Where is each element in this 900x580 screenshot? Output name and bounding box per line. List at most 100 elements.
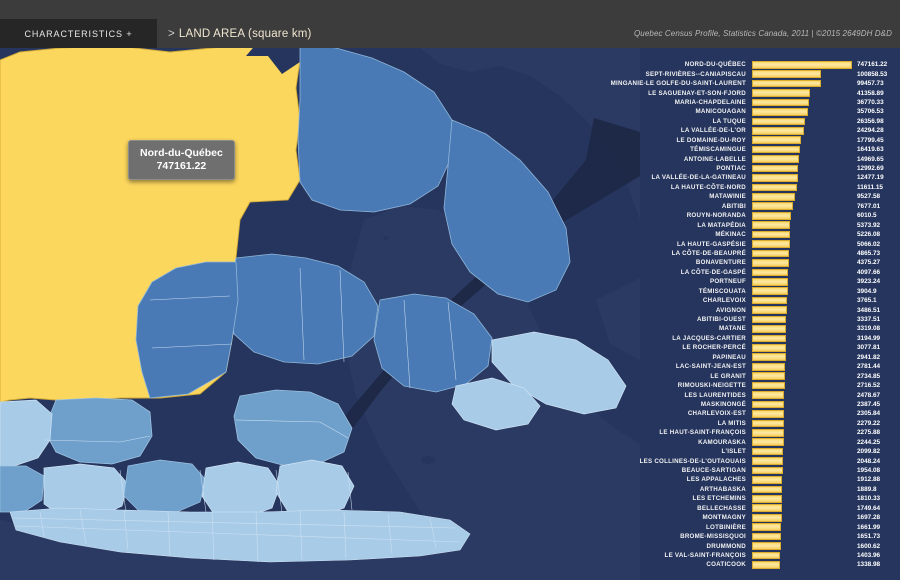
bar-chart-row[interactable]: RIMOUSKI-NEIGETTE 2716.52 <box>600 381 900 390</box>
bar-chart-row[interactable]: TÉMISCOUATA 3904.9 <box>600 287 900 296</box>
bar-chart-row[interactable]: LA MITIS 2279.22 <box>600 419 900 428</box>
bar-fill[interactable] <box>752 211 792 220</box>
bar-chart-row[interactable]: AVIGNON 3486.51 <box>600 305 900 314</box>
bar-fill[interactable] <box>752 334 787 343</box>
bar-chart-row[interactable]: ABITIBI 7677.01 <box>600 202 900 211</box>
bar-chart-row[interactable]: LA CÔTE-DE-BEAUPRÉ 4865.73 <box>600 249 900 258</box>
bar-fill[interactable] <box>752 419 784 428</box>
bar-fill[interactable] <box>752 249 790 258</box>
bar-chart-row[interactable]: LA CÔTE-DE-GASPÉ 4097.66 <box>600 268 900 277</box>
bar-chart-row[interactable]: CHARLEVOIX-EST 2305.84 <box>600 409 900 418</box>
bar-chart-row[interactable]: MARIA-CHAPDELAINE 36770.33 <box>600 98 900 107</box>
tab-characteristics[interactable]: CHARACTERISTICS + <box>0 19 157 48</box>
bar-fill[interactable] <box>752 532 782 541</box>
bar-chart-row[interactable]: MONTMAGNY 1697.28 <box>600 513 900 522</box>
bar-chart-row[interactable]: KAMOURASKA 2244.25 <box>600 438 900 447</box>
bar-chart-row[interactable]: SEPT-RIVIÈRES--CANIAPISCAU 100858.53 <box>600 69 900 78</box>
bar-chart-row[interactable]: LA HAUTE-CÔTE-NORD 11611.15 <box>600 183 900 192</box>
bar-fill[interactable] <box>752 561 780 569</box>
bar-chart-row[interactable]: ABITIBI-OUEST 3337.51 <box>600 315 900 324</box>
bar-fill[interactable] <box>752 126 805 135</box>
bar-fill[interactable] <box>752 117 806 126</box>
bar-chart-row[interactable]: LE GRANIT 2734.85 <box>600 371 900 380</box>
bar-chart-row[interactable]: LES COLLINES-DE-L'OUTAOUAIS 2048.24 <box>600 456 900 465</box>
bar-fill[interactable] <box>752 362 786 371</box>
bar-fill[interactable] <box>752 230 790 239</box>
bar-fill[interactable] <box>752 428 784 437</box>
bar-chart-row[interactable]: PORTNEUF 3923.24 <box>600 277 900 286</box>
bar-fill[interactable] <box>752 542 782 550</box>
bar-chart-row[interactable]: BELLECHASSE 1749.64 <box>600 504 900 513</box>
bar-fill[interactable] <box>752 108 809 116</box>
bar-fill[interactable] <box>752 325 787 333</box>
bar-chart-row[interactable]: MATANE 3319.08 <box>600 324 900 333</box>
bar-chart-row[interactable]: ROUYN-NORANDA 6010.5 <box>600 211 900 220</box>
bar-fill[interactable] <box>752 523 782 531</box>
bar-fill[interactable] <box>752 372 785 380</box>
bar-chart-row[interactable]: L'ISLET 2099.82 <box>600 447 900 456</box>
bar-chart-row[interactable]: MINGANIE-LE GOLFE-DU-SAINT-LAURENT 99457.… <box>600 79 900 88</box>
bar-fill[interactable] <box>752 89 811 97</box>
bar-chart-row[interactable]: MATAWINIE 9527.58 <box>600 192 900 201</box>
bar-chart-row[interactable]: ANTOINE-LABELLE 14969.65 <box>600 154 900 163</box>
land-area-bar-chart[interactable]: NORD-DU-QUÉBEC 747161.22 SEPT-RIVIÈRES--CA… <box>600 60 900 580</box>
bar-fill[interactable] <box>752 202 794 211</box>
quebec-choropleth-map[interactable] <box>0 0 640 580</box>
bar-chart-row[interactable]: LE SAGUENAY-ET-SON-FJORD 41358.89 <box>600 88 900 97</box>
bar-chart-row[interactable]: LA JACQUES-CARTIER 3194.99 <box>600 334 900 343</box>
bar-fill[interactable] <box>752 513 782 522</box>
bar-chart-row[interactable]: LES LAURENTIDES 2478.67 <box>600 390 900 399</box>
bar-fill[interactable] <box>752 551 781 560</box>
map-region-matawinie[interactable] <box>201 461 281 519</box>
bar-chart-row[interactable]: LE HAUT-SAINT-FRANÇOIS 2275.88 <box>600 428 900 437</box>
bar-chart-row[interactable]: BROME-MISSISQUOI 1651.73 <box>600 532 900 541</box>
bar-fill[interactable] <box>752 164 799 173</box>
bar-fill[interactable] <box>752 79 821 88</box>
bar-chart-row[interactable]: MÉKINAC 5226.08 <box>600 230 900 239</box>
bar-chart-row[interactable]: LA VALLÉE-DE-L'OR 24294.28 <box>600 126 900 135</box>
bar-chart-row[interactable]: ARTHABASKA 1889.8 <box>600 485 900 494</box>
bar-chart-row[interactable]: LE VAL-SAINT-FRANÇOIS 1403.96 <box>600 551 900 560</box>
bar-fill[interactable] <box>752 145 801 154</box>
bar-fill[interactable] <box>752 155 800 163</box>
bar-chart-row[interactable]: LE DOMAINE-DU-ROY 17799.45 <box>600 136 900 145</box>
bar-fill[interactable] <box>752 485 783 494</box>
bar-chart-row[interactable]: BONAVENTURE 4375.27 <box>600 258 900 267</box>
bar-fill[interactable] <box>752 277 788 286</box>
bar-chart-row[interactable]: LOTBINIÈRE 1661.99 <box>600 522 900 531</box>
bar-fill[interactable] <box>752 344 786 352</box>
bar-chart-row[interactable]: DRUMMOND 1600.62 <box>600 541 900 550</box>
bar-fill[interactable] <box>752 287 788 296</box>
bar-chart-row[interactable]: MASKINONGÉ 2387.45 <box>600 400 900 409</box>
map-region-la-vallee-de-lor[interactable] <box>43 397 153 465</box>
bar-fill[interactable] <box>752 221 791 229</box>
bar-fill[interactable] <box>752 259 789 267</box>
bar-chart-row[interactable]: BEAUCE-SARTIGAN 1954.08 <box>600 466 900 475</box>
bar-chart-row[interactable]: LA VALLÉE-DE-LA-GATINEAU 12477.19 <box>600 173 900 182</box>
bar-fill[interactable] <box>752 495 783 503</box>
bar-fill[interactable] <box>752 457 783 465</box>
bar-chart-row[interactable]: LA HAUTE-GASPÉSIE 5066.02 <box>600 239 900 248</box>
bar-chart-row[interactable]: TÉMISCAMINGUE 16419.63 <box>600 145 900 154</box>
bar-fill[interactable] <box>752 70 821 78</box>
bar-chart-row[interactable]: COATICOOK 1338.98 <box>600 560 900 569</box>
bar-fill[interactable] <box>752 400 784 409</box>
bar-chart-row[interactable]: PONTIAC 12992.69 <box>600 164 900 173</box>
bar-fill[interactable] <box>752 98 809 107</box>
bar-fill[interactable] <box>752 381 785 390</box>
bar-fill[interactable] <box>752 353 786 362</box>
bar-fill[interactable] <box>752 447 784 456</box>
bar-chart-row[interactable]: LA MATAPÉDIA 5373.92 <box>600 220 900 229</box>
bar-fill[interactable] <box>752 438 784 447</box>
bar-fill[interactable] <box>752 391 785 399</box>
bar-chart-row[interactable]: MANICOUAGAN 35706.53 <box>600 107 900 116</box>
bar-fill[interactable] <box>752 193 796 201</box>
bar-fill[interactable] <box>752 306 787 314</box>
bar-chart-row[interactable]: LES ETCHEMINS 1810.33 <box>600 494 900 503</box>
bar-fill[interactable] <box>752 466 783 475</box>
bar-chart-row[interactable]: LES APPALACHES 1912.88 <box>600 475 900 484</box>
bar-fill[interactable] <box>752 504 782 513</box>
bar-chart-row[interactable]: PAPINEAU 2941.82 <box>600 353 900 362</box>
bar-chart-row[interactable]: NORD-DU-QUÉBEC 747161.22 <box>600 60 900 69</box>
bar-fill[interactable] <box>752 136 802 145</box>
